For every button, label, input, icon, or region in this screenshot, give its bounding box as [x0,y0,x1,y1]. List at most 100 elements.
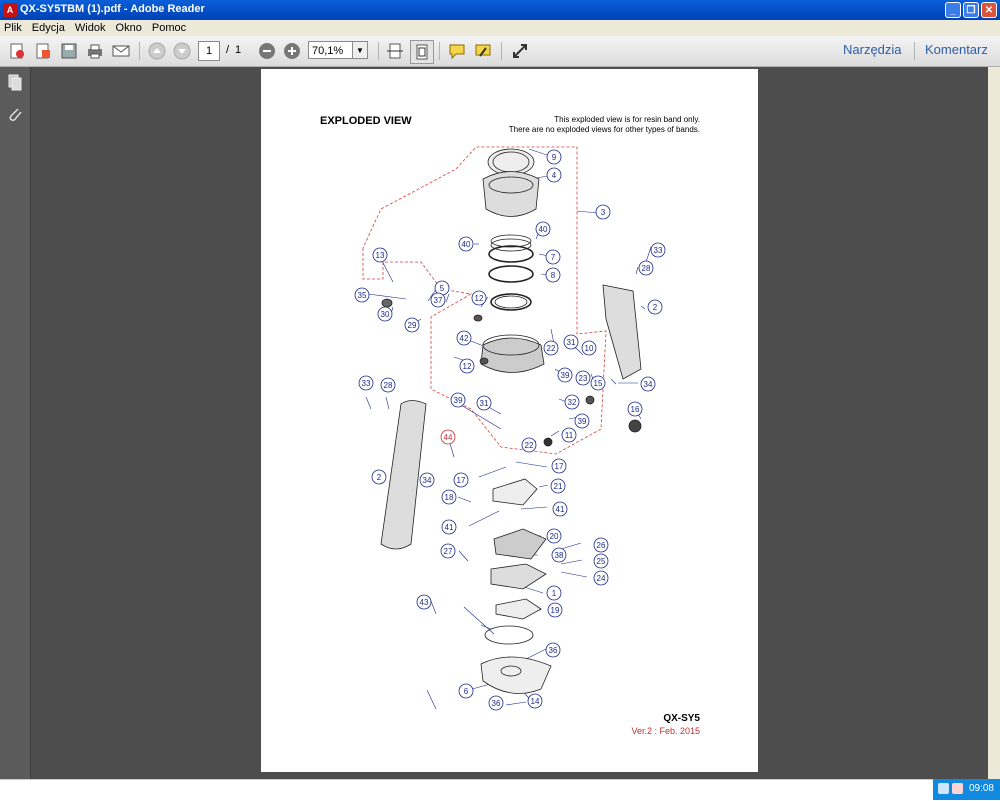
taskbar [0,779,1000,801]
callout-number: 29 [408,321,417,330]
prev-page-icon[interactable] [146,40,168,62]
callout-number: 16 [631,405,640,414]
close-button[interactable]: ✕ [981,2,997,18]
callout-number: 27 [444,547,453,556]
attachment-icon[interactable] [6,105,24,123]
callout-number: 39 [561,371,570,380]
menu-view[interactable]: Widok [71,20,109,34]
callout-number: 31 [480,399,489,408]
page-number-input[interactable]: 1 [198,41,220,61]
callout-number: 22 [547,344,556,353]
fit-page-icon[interactable] [410,40,434,64]
callout-number: 4 [552,171,557,180]
callout-number: 22 [525,441,534,450]
navigation-pane [0,67,31,779]
save-icon[interactable] [58,40,80,62]
callout-number: 12 [475,294,484,303]
next-page-icon[interactable] [171,40,193,62]
callout-number: 40 [462,240,471,249]
fullscreen-icon[interactable] [509,40,531,62]
callout-number: 38 [555,551,564,560]
page-total: 1 [235,44,242,56]
pdf-page: EXPLODED VIEW This exploded view is for … [261,69,758,772]
callout-number: 42 [460,334,469,343]
menu-bar: Plik Edycja Widok Okno Pomoc [0,20,1000,36]
callout-number: 1 [552,589,557,598]
title-bar: A QX-SY5TBM (1).pdf - Adobe Reader _ ❐ ✕ [0,0,1000,20]
exploded-view-diagram: 943404078133328355373029122421222311039 2… [354,146,666,711]
callout-number: 28 [642,264,651,273]
callout-number: 26 [597,541,606,550]
callout-number: 12 [463,362,472,371]
callout-number: 35 [358,291,367,300]
callout-number: 10 [585,344,594,353]
highlight-icon[interactable] [472,40,494,62]
callout-number: 11 [565,431,574,440]
maximize-button[interactable]: ❐ [963,2,979,18]
callout-number: 28 [384,381,393,390]
zoom-dropdown-icon[interactable]: ▼ [352,41,368,59]
callout-number: 9 [552,153,557,162]
tray-clock: 09:08 [968,783,994,794]
page-separator: / [226,44,230,56]
convert-icon[interactable] [32,40,54,62]
callout-number: 41 [556,505,565,514]
callout-number: 17 [555,462,564,471]
menu-edit[interactable]: Edycja [28,20,68,34]
fit-width-icon[interactable] [384,40,406,62]
callout-number: 19 [551,606,560,615]
model-name: QX-SY5 [663,713,700,724]
pages-icon[interactable] [6,73,24,91]
network-icon[interactable] [938,783,949,794]
callout-number: 21 [554,482,563,491]
zoom-out-icon[interactable] [256,40,278,62]
tools-link[interactable]: Narzędzia [843,42,902,57]
callout-number: 15 [594,379,603,388]
vertical-scrollbar[interactable] [988,67,1000,779]
callout-number: 2 [377,473,382,482]
adobe-reader-icon: A [3,3,17,17]
callout-number: 2 [653,303,658,312]
email-icon[interactable] [110,40,132,62]
callout-number: 17 [457,476,466,485]
system-tray: 09:08 [933,779,1000,800]
callout-number: 39 [578,417,587,426]
version-label: Ver.2 : Feb. 2015 [631,726,700,736]
zoom-in-icon[interactable] [281,40,303,62]
menu-window[interactable]: Okno [112,20,145,34]
callout-number: 34 [423,476,432,485]
callout-number: 41 [445,523,454,532]
window-title: QX-SY5TBM (1).pdf - Adobe Reader [20,3,205,15]
zoom-input[interactable]: 70,1% [308,41,358,59]
callout-number: 30 [381,310,390,319]
callout-number: 33 [362,379,371,388]
minimize-button[interactable]: _ [945,2,961,18]
callout-number: 33 [654,246,663,255]
callout-number: 6 [464,687,469,696]
callout-number: 20 [550,532,559,541]
callout-number: 8 [551,271,556,280]
callout-number: 24 [597,574,606,583]
callout-number: 23 [579,374,588,383]
callout-number: 44 [444,433,453,442]
callout-number: 5 [440,284,445,293]
callout-number: 25 [597,557,606,566]
print-icon[interactable] [84,40,106,62]
menu-file[interactable]: Plik [0,20,25,34]
menu-help[interactable]: Pomoc [148,20,189,34]
comment-icon[interactable] [446,40,468,62]
callout-number: 37 [434,296,443,305]
callout-number: 34 [644,380,653,389]
create-pdf-icon[interactable] [6,40,28,62]
callout-number: 36 [492,699,501,708]
security-icon[interactable] [952,783,963,794]
callout-number: 32 [568,398,577,407]
callout-number: 31 [567,338,576,347]
comment-link[interactable]: Komentarz [925,42,988,57]
callout-number: 36 [549,646,558,655]
callout-number: 18 [445,493,454,502]
callout-number: 13 [376,251,385,260]
callout-number: 43 [420,598,429,607]
callout-number: 3 [601,208,606,217]
watch-parts [380,148,642,694]
